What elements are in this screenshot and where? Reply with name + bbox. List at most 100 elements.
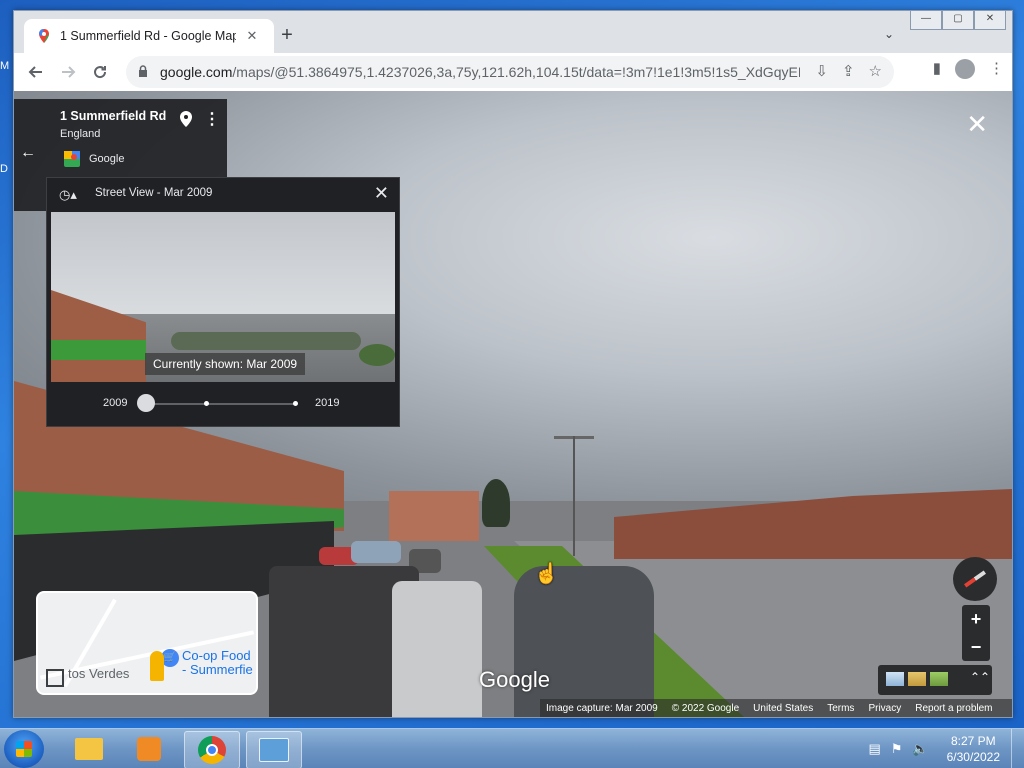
report-problem-link[interactable]: Report a problem — [915, 703, 992, 714]
profile-icon[interactable] — [955, 59, 975, 79]
network-icon[interactable]: ▤ — [868, 741, 880, 757]
time-travel-thumbnail[interactable]: Currently shown: Mar 2009 — [51, 212, 395, 382]
place-title: 1 Summerfield Rd — [60, 109, 167, 123]
pegman-icon[interactable] — [150, 651, 164, 681]
more-options-icon[interactable]: ⋮ — [204, 109, 220, 129]
show-desktop-button[interactable] — [1011, 729, 1024, 768]
reload-icon[interactable] — [84, 56, 116, 88]
browser-toolbar: google.com/maps/@51.3864975,1.4237026,3a… — [14, 53, 1012, 91]
desktop-icon-label[interactable]: M — [0, 60, 9, 72]
desktop-icon-label[interactable]: D — [0, 163, 8, 175]
google-maps-favicon-icon — [39, 29, 49, 43]
slider-start-year: 2009 — [103, 397, 128, 409]
media-player-icon — [137, 737, 161, 761]
map-pin-icon[interactable] — [180, 111, 192, 130]
window-controls: — ▢ ✕ — [910, 11, 1006, 30]
compass-icon[interactable] — [953, 557, 997, 601]
slider-handle[interactable] — [137, 394, 155, 412]
street-view-panorama[interactable]: ← 1 Summerfield Rd England ⋮ Google ◷▴ S… — [14, 91, 1012, 717]
taskbar: ▤ ⚑ 🔈 8:27 PM 6/30/2022 — [0, 728, 1024, 768]
tab-title: 1 Summerfield Rd - Google Map — [60, 29, 236, 43]
zoom-out-button[interactable]: − — [962, 633, 990, 661]
time-travel-title: Street View - Mar 2009 — [95, 187, 213, 199]
slider-track[interactable] — [147, 403, 297, 405]
google-maps-icon — [64, 151, 80, 167]
zoom-control: + − — [962, 605, 990, 661]
taskbar-media-player[interactable] — [122, 731, 176, 767]
layer-thumbnail[interactable] — [930, 672, 948, 686]
url-text[interactable]: google.com/maps/@51.3864975,1.4237026,3a… — [160, 64, 800, 80]
tree — [482, 479, 510, 527]
share-icon[interactable]: ⇪ — [842, 62, 855, 80]
back-arrow-icon[interactable]: ← — [20, 144, 40, 164]
clock-date: 6/30/2022 — [946, 750, 1000, 764]
history-clock-icon[interactable]: ◷▴ — [59, 187, 77, 203]
minimize-button[interactable]: — — [910, 11, 942, 30]
image-source-label[interactable]: Google — [89, 153, 124, 165]
browser-window: 1 Summerfield Rd - Google Map ✕ + ⌄ — ▢ … — [13, 10, 1013, 718]
map-footer: Image capture: Mar 2009 © 2022 Google Un… — [540, 699, 1012, 717]
parked-car — [514, 566, 654, 717]
layers-control[interactable]: ⌃⌃ — [878, 665, 992, 695]
streetlamp — [573, 436, 575, 556]
clock-time: 8:27 PM — [950, 734, 996, 748]
taskbar-chrome[interactable] — [184, 731, 240, 768]
install-icon[interactable]: ⇩ — [815, 62, 828, 80]
thumb-hedge — [359, 344, 395, 366]
tab-google-maps[interactable]: 1 Summerfield Rd - Google Map ✕ — [24, 19, 274, 53]
windows-logo-icon — [16, 741, 32, 757]
sidepanel-icon[interactable]: ▮ — [933, 59, 941, 79]
parked-car — [392, 581, 482, 717]
thumb-awning — [51, 340, 146, 360]
tab-search-icon[interactable]: ⌄ — [884, 27, 894, 41]
terms-link[interactable]: Terms — [827, 703, 854, 714]
house — [389, 491, 479, 541]
place-subtitle: England — [60, 128, 101, 140]
new-tab-button[interactable]: + — [276, 25, 298, 47]
taskbar-control-panel[interactable] — [246, 731, 302, 768]
mini-map[interactable]: tos Verdes 🛒 Co-op Food - Summerfie — [36, 591, 258, 695]
privacy-link[interactable]: Privacy — [868, 703, 901, 714]
close-window-button[interactable]: ✕ — [974, 11, 1006, 30]
menu-icon[interactable]: ⋮ — [989, 59, 1004, 79]
region-link[interactable]: United States — [753, 703, 813, 714]
hand-cursor-icon: ☝ — [534, 563, 559, 585]
address-bar[interactable]: google.com/maps/@51.3864975,1.4237026,3a… — [126, 56, 894, 88]
slider-end-year: 2019 — [315, 397, 340, 409]
close-street-view-icon[interactable]: ✕ — [966, 109, 988, 140]
star-icon[interactable]: ☆ — [869, 62, 882, 80]
start-button[interactable] — [4, 730, 44, 768]
tab-strip: 1 Summerfield Rd - Google Map ✕ + ⌄ — ▢ … — [14, 11, 1012, 53]
volume-icon[interactable]: 🔈 — [912, 741, 928, 757]
lock-icon[interactable] — [138, 64, 152, 80]
taskbar-explorer[interactable] — [62, 731, 116, 767]
zoom-in-button[interactable]: + — [962, 605, 990, 633]
parked-car — [351, 541, 401, 563]
forward-icon[interactable] — [52, 56, 84, 88]
year-slider[interactable]: 2009 2019 — [47, 388, 399, 418]
thumb-building — [51, 290, 146, 382]
folder-icon — [75, 738, 103, 760]
system-tray: ▤ ⚑ 🔈 8:27 PM 6/30/2022 — [868, 729, 1024, 768]
minimap-poi-label[interactable]: Co-op Food - Summerfie — [182, 649, 253, 677]
tab-close-icon[interactable]: ✕ — [244, 28, 260, 44]
slider-tick[interactable] — [293, 401, 298, 406]
close-icon[interactable]: ✕ — [374, 183, 389, 204]
layer-thumbnail[interactable] — [908, 672, 926, 686]
maximize-button[interactable]: ▢ — [942, 11, 974, 30]
expand-map-icon[interactable] — [46, 669, 64, 687]
image-capture-date: Image capture: Mar 2009 — [546, 702, 658, 714]
system-clock[interactable]: 8:27 PM 6/30/2022 — [947, 733, 1000, 765]
google-logo: Google — [479, 667, 550, 692]
copyright: © 2022 Google — [671, 702, 740, 714]
back-icon[interactable] — [20, 56, 52, 88]
action-center-icon[interactable]: ⚑ — [891, 741, 903, 757]
control-panel-icon — [259, 738, 289, 762]
expand-icon[interactable]: ⌃⌃ — [970, 670, 990, 684]
thumb-trees — [171, 332, 361, 350]
slider-tick[interactable] — [204, 401, 209, 406]
currently-shown-label: Currently shown: Mar 2009 — [145, 353, 306, 375]
time-travel-panel: ◷▴ Street View - Mar 2009 ✕ Currently sh… — [46, 177, 400, 427]
layer-thumbnail[interactable] — [886, 672, 904, 686]
chrome-icon — [198, 736, 226, 764]
